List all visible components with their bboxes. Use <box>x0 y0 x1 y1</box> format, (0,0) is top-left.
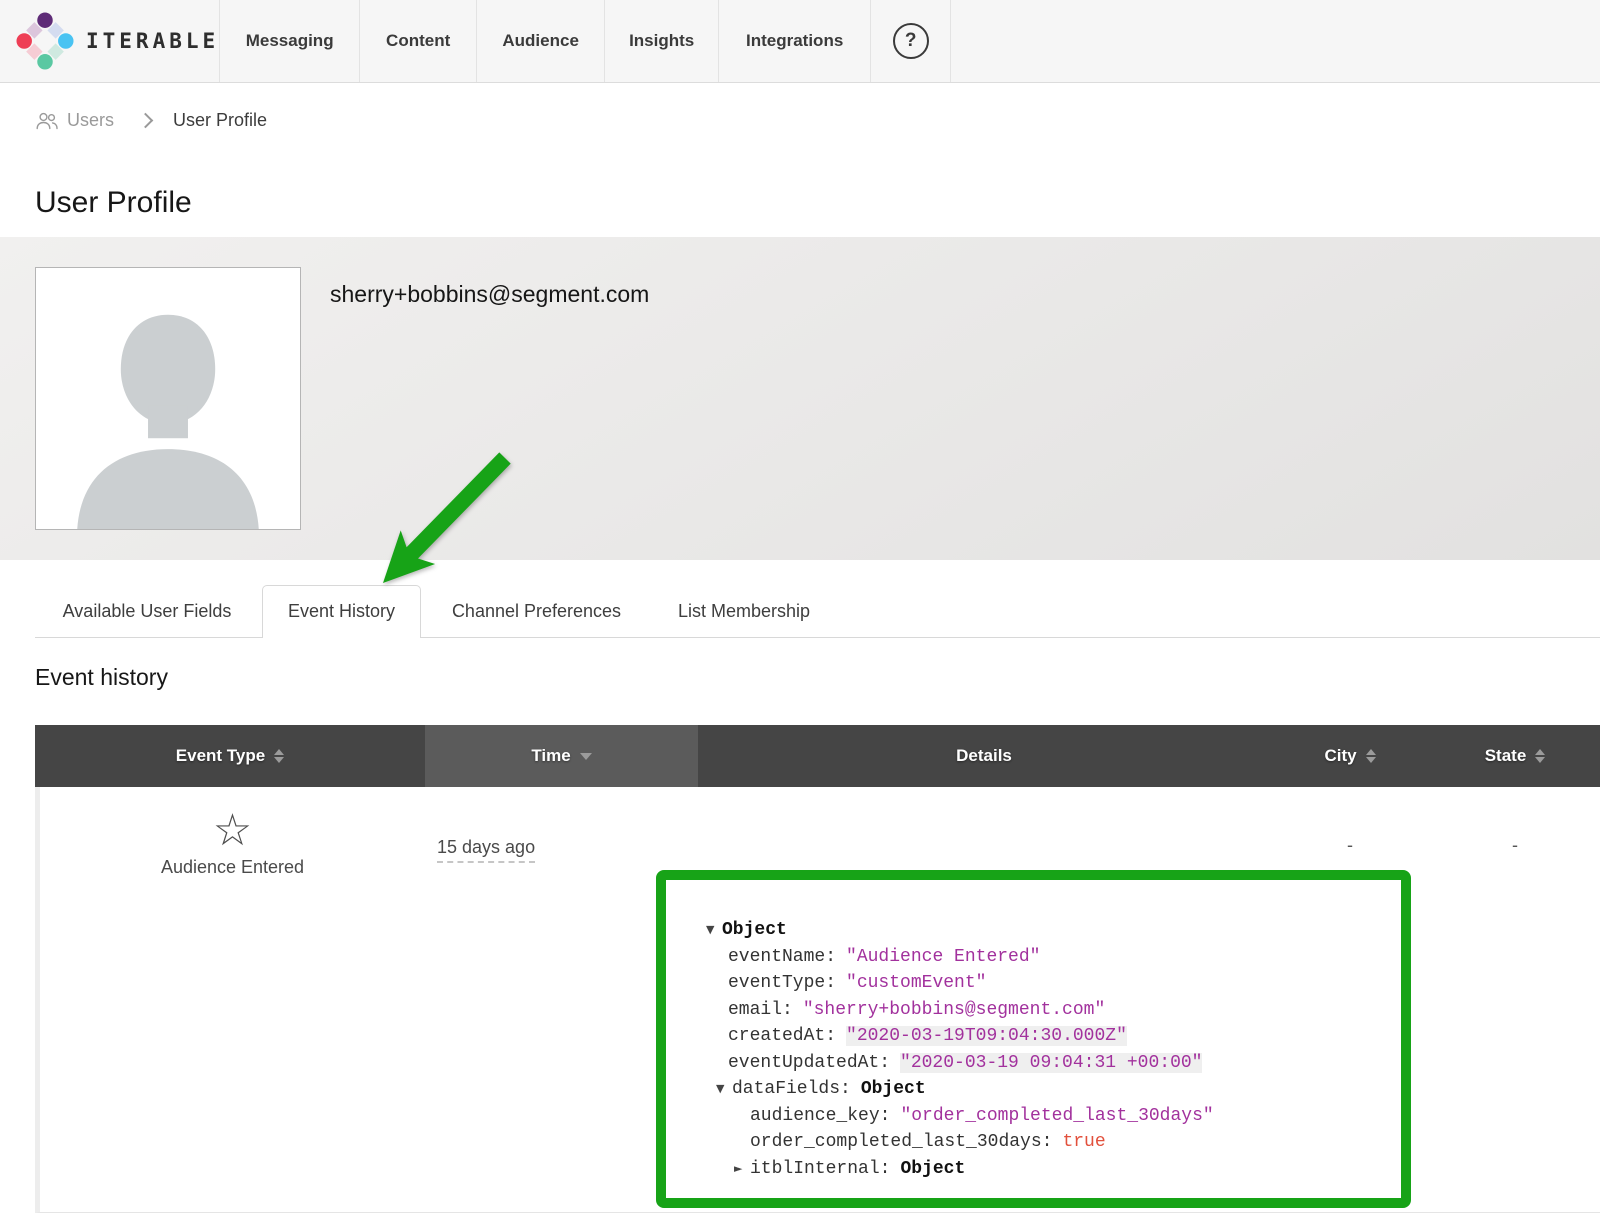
relative-time[interactable]: 15 days ago <box>437 837 535 863</box>
json-line-createdat: createdAt:"2020-03-19T09:04:30.000Z" <box>706 1023 1383 1050</box>
event-type-cell: ☆ Audience Entered <box>40 787 425 1212</box>
json-line-eventupdatedat: eventUpdatedAt:"2020-03-19 09:04:31 +00:… <box>706 1050 1383 1077</box>
json-line-itblinternal: ►itblInternal:Object <box>706 1156 1383 1183</box>
annotation-highlight-box: ▼Object eventName:"Audience Entered" eve… <box>656 870 1411 1208</box>
nav-item-integrations[interactable]: Integrations <box>718 0 870 82</box>
column-header-state[interactable]: State <box>1430 725 1600 787</box>
chevron-right-icon <box>138 113 154 129</box>
column-header-time[interactable]: Time <box>425 725 698 787</box>
table-header: Event Type Time Details City State <box>35 725 1600 787</box>
iterable-logo-icon <box>16 12 74 70</box>
app-root: ITERABLE Messaging Content Audience Insi… <box>0 0 1600 1219</box>
event-details-json: ▼Object eventName:"Audience Entered" eve… <box>666 880 1401 1192</box>
column-header-details[interactable]: Details <box>698 725 1270 787</box>
column-header-city[interactable]: City <box>1270 725 1430 787</box>
profile-banner: sherry+bobbins@segment.com <box>0 237 1600 560</box>
nav-item-insights[interactable]: Insights <box>604 0 718 82</box>
page-title: User Profile <box>35 186 192 220</box>
tabs-bar: Available User Fields Event History Chan… <box>0 585 1600 638</box>
brand-logo[interactable]: ITERABLE <box>0 0 219 82</box>
nav-item-messaging[interactable]: Messaging <box>219 0 359 82</box>
table-row: ☆ Audience Entered 15 days ago - - ▼Obje… <box>35 787 1600 1213</box>
state-cell: - <box>1430 787 1600 1212</box>
avatar <box>35 267 301 530</box>
json-line-email: email:"sherry+bobbins@segment.com" <box>706 997 1383 1024</box>
help-button[interactable]: ? <box>870 0 951 82</box>
json-line-audiencekey: audience_key:"order_completed_last_30day… <box>706 1103 1383 1130</box>
json-line-datafields: ▼dataFields:Object <box>706 1076 1383 1103</box>
event-type-label: Audience Entered <box>161 857 304 878</box>
primary-nav: Messaging Content Audience Insights Inte… <box>219 0 951 82</box>
sort-desc-icon <box>580 753 592 760</box>
expand-toggle-icon[interactable]: ► <box>734 1156 750 1183</box>
annotation-arrow <box>360 448 520 598</box>
json-line-eventname: eventName:"Audience Entered" <box>706 944 1383 971</box>
section-heading: Event history <box>35 664 168 691</box>
breadcrumb-users-link[interactable]: Users <box>35 110 114 131</box>
collapse-toggle-icon[interactable]: ▼ <box>716 1076 732 1103</box>
top-nav: ITERABLE Messaging Content Audience Insi… <box>0 0 1600 83</box>
users-icon <box>35 111 59 131</box>
help-icon: ? <box>893 23 929 59</box>
column-header-event-type[interactable]: Event Type <box>35 725 425 787</box>
sort-both-icon <box>274 749 284 763</box>
tab-available-user-fields[interactable]: Available User Fields <box>56 585 238 637</box>
star-icon: ☆ <box>213 809 252 853</box>
breadcrumb: Users User Profile <box>35 110 267 131</box>
avatar-silhouette-icon <box>48 293 288 529</box>
sort-both-icon <box>1366 749 1376 763</box>
brand-wordmark: ITERABLE <box>86 29 219 53</box>
collapse-toggle-icon[interactable]: ▼ <box>706 917 722 944</box>
sort-both-icon <box>1535 749 1545 763</box>
nav-item-content[interactable]: Content <box>359 0 476 82</box>
json-line-root: ▼Object <box>706 917 1383 944</box>
breadcrumb-current: User Profile <box>173 110 267 131</box>
nav-item-audience[interactable]: Audience <box>476 0 604 82</box>
profile-email: sherry+bobbins@segment.com <box>330 281 649 308</box>
json-line-eventtype: eventType:"customEvent" <box>706 970 1383 997</box>
tab-list-membership[interactable]: List Membership <box>672 585 816 637</box>
json-line-ordercompleted: order_completed_last_30days:true <box>706 1129 1383 1156</box>
